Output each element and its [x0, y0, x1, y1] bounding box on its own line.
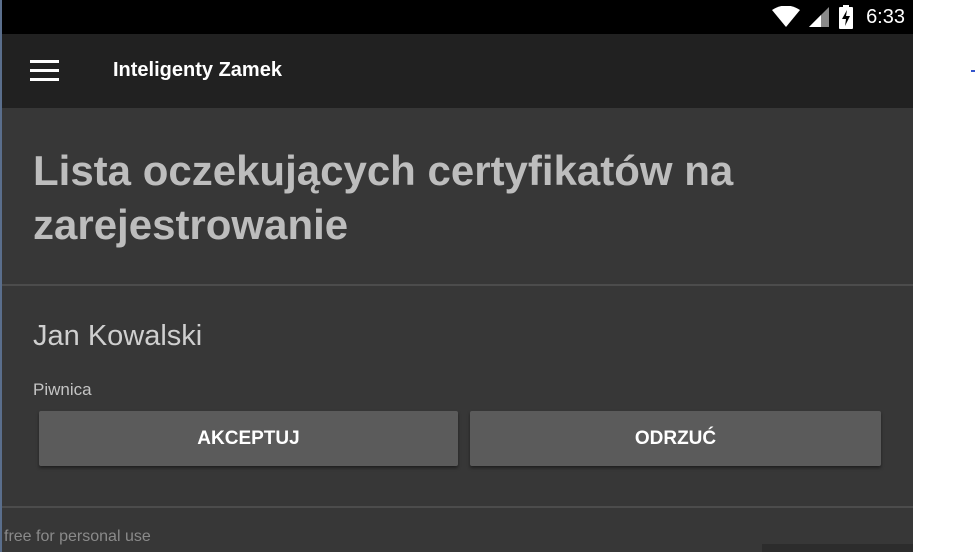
certificate-location: Piwnica — [33, 380, 92, 399]
accept-button[interactable]: AKCEPTUJ — [39, 411, 458, 466]
watermark-text: free for personal use — [4, 528, 151, 545]
wifi-icon — [772, 6, 801, 27]
app-bar: Inteligenty Zamek — [2, 34, 913, 108]
status-time: 6:33 — [866, 5, 905, 28]
overlay-fragment — [762, 544, 913, 552]
certificate-owner-name: Jan Kowalski — [33, 320, 203, 352]
status-bar: 6:33 — [2, 0, 913, 34]
item-divider — [2, 506, 913, 508]
hamburger-menu-icon[interactable] — [28, 58, 62, 84]
app-title: Inteligenty Zamek — [113, 59, 282, 81]
app-window: 6:33 Inteligenty Zamek Lista oczekującyc… — [0, 0, 913, 552]
header-divider — [2, 284, 913, 286]
page-title: Lista oczekujących certyfikatów na zarej… — [33, 147, 734, 248]
stray-mark — [971, 70, 975, 72]
cell-signal-icon — [809, 7, 830, 27]
reject-button[interactable]: ODRZUĆ — [470, 411, 881, 466]
battery-charging-icon — [839, 5, 854, 29]
status-icons: 6:33 — [772, 0, 905, 34]
